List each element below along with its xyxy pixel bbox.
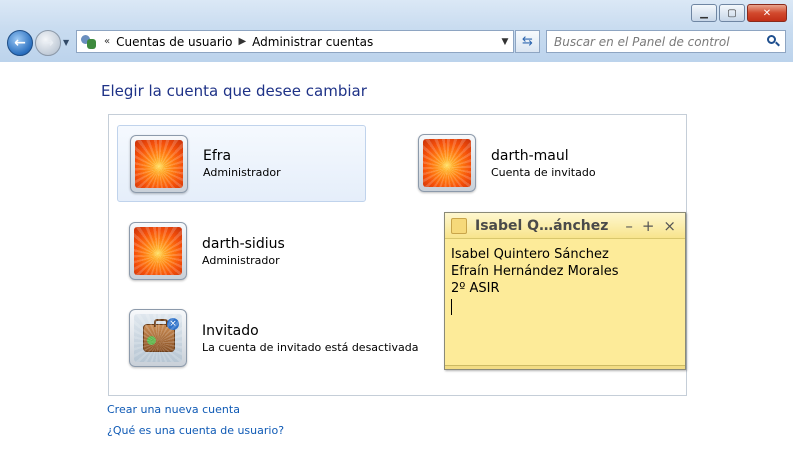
account-picture-invitado: × xyxy=(129,309,187,367)
note-line: 2º ASIR xyxy=(451,281,500,296)
address-bar[interactable]: « Cuentas de usuario ▶ Administrar cuent… xyxy=(76,30,514,53)
close-note-button[interactable]: × xyxy=(663,217,676,235)
add-note-button[interactable]: + xyxy=(642,217,655,235)
note-line: Isabel Quintero Sánchez xyxy=(451,247,609,262)
account-efra[interactable]: Efra Administrador xyxy=(117,125,366,202)
chevron-down-icon: ▼ xyxy=(501,36,509,47)
text-cursor xyxy=(451,299,452,315)
back-button[interactable]: ← xyxy=(7,30,33,56)
search-input[interactable] xyxy=(547,34,757,49)
breadcrumb-overflow[interactable]: « xyxy=(104,36,110,47)
account-name: Efra xyxy=(203,148,232,164)
breadcrumb-administrar-cuentas[interactable]: Administrar cuentas xyxy=(252,35,373,49)
account-type: Administrador xyxy=(202,253,280,267)
maximize-icon: ▢ xyxy=(727,7,737,19)
account-darth-maul[interactable]: darth-maul Cuenta de invitado xyxy=(418,131,678,195)
account-invitado[interactable]: × Invitado La cuenta de invitado está de… xyxy=(129,306,429,370)
flower-picture-icon xyxy=(134,227,182,275)
account-name: darth-maul xyxy=(491,147,569,164)
account-darth-sidius[interactable]: darth-sidius Administrador xyxy=(129,219,369,283)
window-controls: ▁ ▢ ✕ xyxy=(691,4,787,22)
search-icon[interactable] xyxy=(767,35,780,48)
note-line: Efraín Hernández Morales xyxy=(451,264,619,279)
account-name: darth-sidius xyxy=(202,235,285,252)
create-account-link[interactable]: Crear una nueva cuenta xyxy=(107,402,284,417)
briefcase-icon: × xyxy=(134,314,182,362)
address-dropdown-button[interactable]: ▼ xyxy=(497,37,513,47)
breadcrumb-cuentas-de-usuario[interactable]: Cuentas de usuario xyxy=(116,35,232,49)
account-name: Invitado xyxy=(202,322,259,339)
account-picture-efra xyxy=(130,134,188,193)
chevron-right-icon[interactable]: ▶ xyxy=(238,36,246,47)
sticky-note-resize-bar[interactable] xyxy=(445,365,685,369)
window-titlebar: ▁ ▢ ✕ ← → ▼ « Cuentas de usuario ▶ Admin… xyxy=(0,0,793,62)
account-type: La cuenta de invitado está desactivada xyxy=(202,340,419,354)
search-box[interactable] xyxy=(546,30,786,53)
forward-button[interactable]: → xyxy=(35,30,61,56)
account-picture-darth-maul xyxy=(418,134,476,192)
flower-picture-icon xyxy=(423,139,471,187)
account-type: Administrador xyxy=(203,166,281,179)
sticky-note-header[interactable]: Isabel Q…ánchez – + × xyxy=(445,213,685,239)
sticky-note[interactable]: Isabel Q…ánchez – + × Isabel Quintero Sá… xyxy=(444,212,686,370)
account-picture-darth-sidius xyxy=(129,222,187,280)
flower-picture-icon xyxy=(135,139,183,188)
refresh-icon: ⇆ xyxy=(522,34,533,49)
arrow-left-icon: ← xyxy=(14,35,26,51)
page-title: Elegir la cuenta que desee cambiar xyxy=(101,82,367,100)
minimize-button[interactable]: ▁ xyxy=(691,4,717,22)
refresh-button[interactable]: ⇆ xyxy=(515,30,540,53)
close-icon: ✕ xyxy=(762,7,772,19)
recent-pages-dropdown[interactable]: ▼ xyxy=(63,38,69,47)
user-accounts-icon xyxy=(80,34,98,50)
sticky-note-text[interactable]: Isabel Quintero Sánchez Efraín Hernández… xyxy=(445,239,685,327)
account-type: Cuenta de invitado xyxy=(491,165,596,179)
sticky-note-icon xyxy=(451,217,467,234)
maximize-button[interactable]: ▢ xyxy=(719,4,745,22)
minimize-note-button[interactable]: – xyxy=(625,217,633,235)
what-is-account-link[interactable]: ¿Qué es una cuenta de usuario? xyxy=(107,423,284,438)
minimize-icon: ▁ xyxy=(700,7,708,19)
task-links: Crear una nueva cuenta ¿Qué es una cuent… xyxy=(107,402,284,444)
close-button[interactable]: ✕ xyxy=(747,4,787,22)
sticky-note-title: Isabel Q…ánchez xyxy=(475,217,609,234)
arrow-right-icon: → xyxy=(42,35,54,51)
